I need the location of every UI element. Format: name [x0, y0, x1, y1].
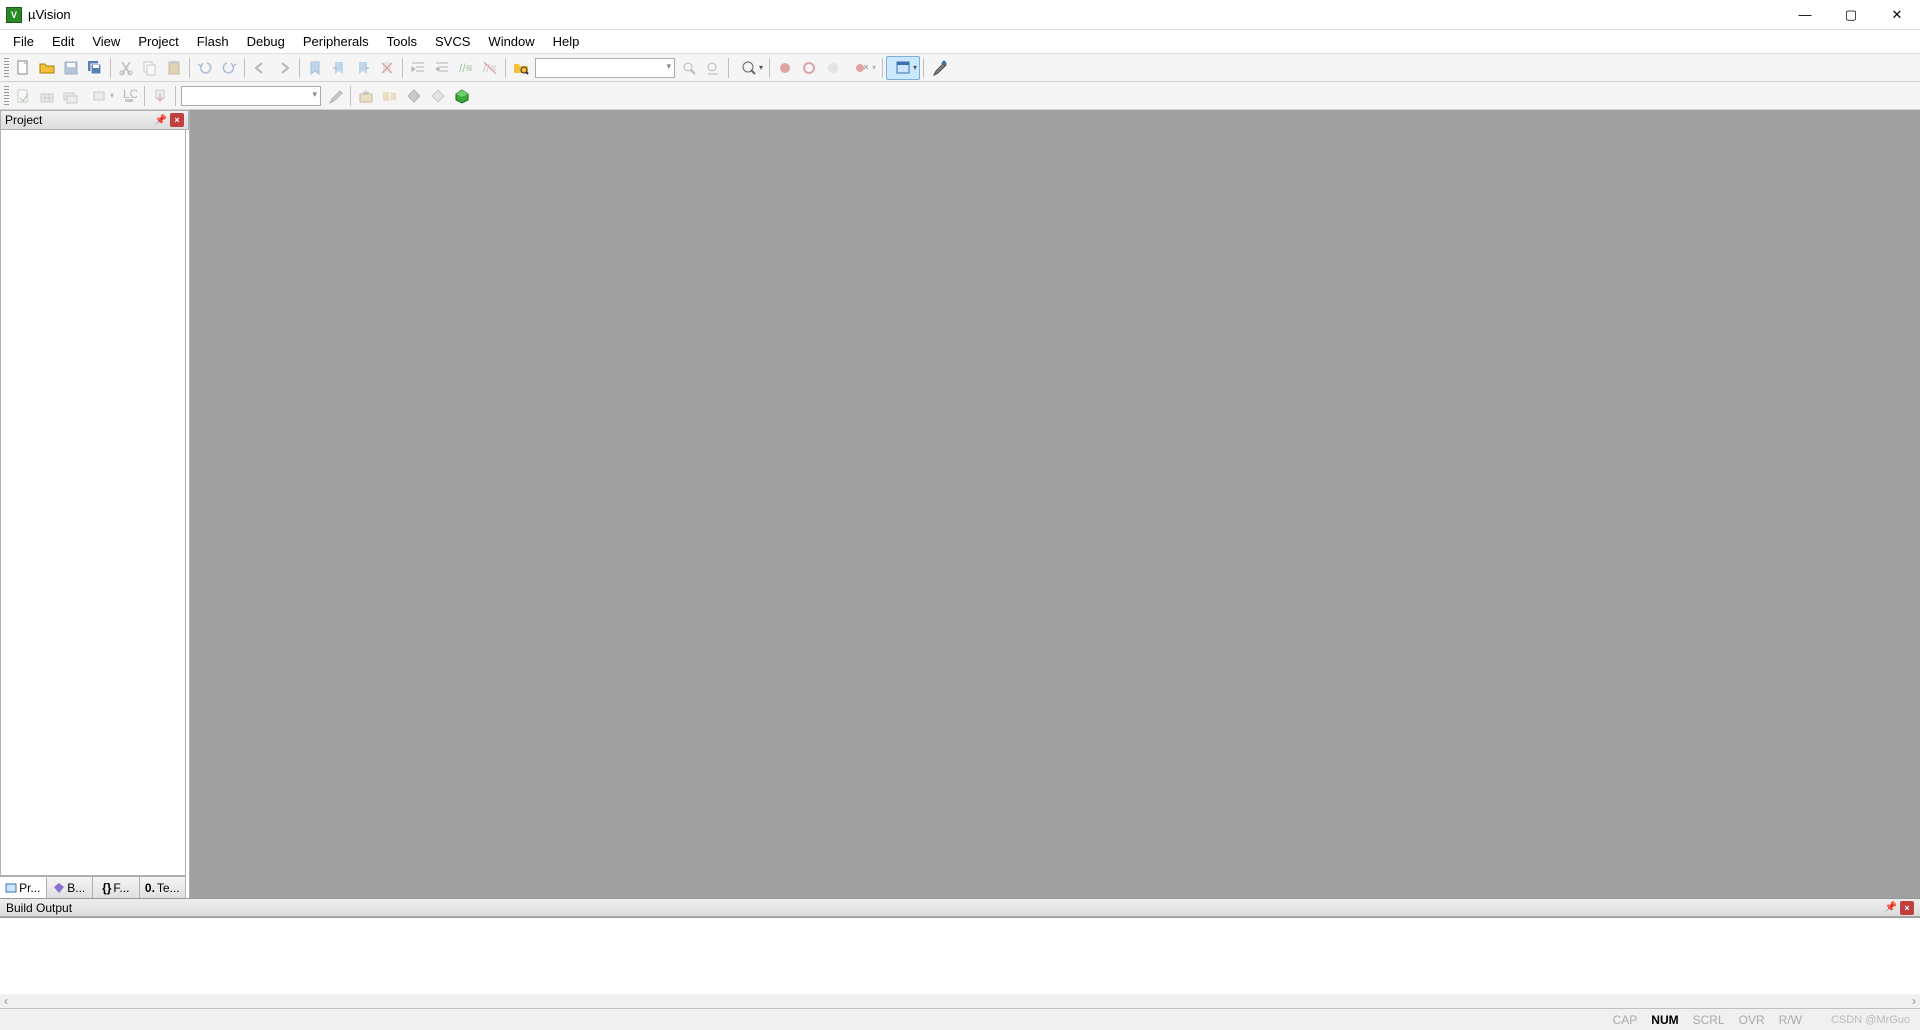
manage-project-button[interactable] — [402, 84, 426, 108]
new-file-button[interactable] — [11, 56, 35, 80]
watermark: CSDN @MrGuo — [1831, 1014, 1910, 1026]
open-file-button[interactable] — [35, 56, 59, 80]
breakpoint-insert-button[interactable] — [773, 56, 797, 80]
nav-back-button[interactable] — [248, 56, 272, 80]
build-button[interactable] — [35, 84, 59, 108]
menu-project[interactable]: Project — [129, 31, 187, 52]
nav-forward-button[interactable] — [272, 56, 296, 80]
status-cap: CAP — [1608, 1013, 1643, 1027]
project-tree[interactable] — [0, 130, 186, 876]
tab-functions[interactable]: {}F... — [93, 877, 140, 898]
menu-window[interactable]: Window — [479, 31, 543, 52]
svg-text://≡: //≡ — [483, 61, 497, 75]
breakpoint-disable-button[interactable] — [821, 56, 845, 80]
bookmark-clear-button[interactable] — [375, 56, 399, 80]
status-rw: R/W — [1774, 1013, 1807, 1027]
status-ovr: OVR — [1734, 1013, 1770, 1027]
rebuild-button[interactable] — [59, 84, 83, 108]
multi-project-button[interactable] — [378, 84, 402, 108]
status-bar: CAP NUM SCRL OVR R/W CSDN @MrGuo — [0, 1008, 1920, 1030]
unindent-button[interactable] — [430, 56, 454, 80]
build-output-header[interactable]: Build Output 📌 × — [0, 899, 1920, 917]
uncomment-button[interactable]: //≡ — [478, 56, 502, 80]
maximize-button[interactable]: ▢ — [1828, 0, 1874, 30]
save-all-button[interactable] — [83, 56, 107, 80]
svg-text:LOAD: LOAD — [123, 88, 137, 101]
copy-button[interactable] — [138, 56, 162, 80]
app-title: µVision — [28, 7, 1782, 22]
find-next-button[interactable] — [677, 56, 701, 80]
pin-icon[interactable]: 📌 — [154, 113, 168, 127]
tab-project[interactable]: Pr... — [0, 877, 47, 898]
menu-flash[interactable]: Flash — [188, 31, 238, 52]
breakpoint-enable-button[interactable] — [797, 56, 821, 80]
comment-button[interactable]: //≡ — [454, 56, 478, 80]
mdi-workspace — [190, 110, 1920, 898]
indent-button[interactable] — [406, 56, 430, 80]
main-area: Project 📌 × Pr... B... {}F... 0.Te... — [0, 110, 1920, 898]
toolbar-handle[interactable] — [4, 58, 9, 78]
target-combo[interactable] — [181, 86, 321, 106]
tab-templates[interactable]: 0.Te... — [140, 877, 187, 898]
debug-start-button[interactable] — [732, 56, 766, 80]
project-tabs: Pr... B... {}F... 0.Te... — [0, 876, 186, 898]
status-scrl: SCRL — [1688, 1013, 1730, 1027]
batch-build-button[interactable] — [83, 84, 117, 108]
project-panel-header[interactable]: Project 📌 × — [0, 110, 189, 130]
redo-button[interactable] — [217, 56, 241, 80]
incremental-find-button[interactable] — [701, 56, 725, 80]
menu-tools[interactable]: Tools — [378, 31, 426, 52]
bookmark-toggle-button[interactable] — [303, 56, 327, 80]
cut-button[interactable] — [114, 56, 138, 80]
project-panel-title: Project — [5, 113, 42, 127]
close-panel-icon[interactable]: × — [170, 113, 184, 127]
menu-peripherals[interactable]: Peripherals — [294, 31, 378, 52]
undo-button[interactable] — [193, 56, 217, 80]
pin-icon[interactable]: 📌 — [1884, 901, 1898, 915]
menu-edit[interactable]: Edit — [43, 31, 83, 52]
stop-build-button[interactable]: LOAD — [117, 84, 141, 108]
window-layout-button[interactable] — [886, 56, 920, 80]
title-bar: V µVision — ▢ ✕ — [0, 0, 1920, 30]
paste-button[interactable] — [162, 56, 186, 80]
file-options-button[interactable] — [354, 84, 378, 108]
build-output-panel: Build Output 📌 × ‹› — [0, 898, 1920, 1008]
close-button[interactable]: ✕ — [1874, 0, 1920, 30]
close-panel-icon[interactable]: × — [1900, 901, 1914, 915]
find-combo[interactable] — [535, 58, 675, 78]
download-button[interactable] — [148, 84, 172, 108]
select-packs-button[interactable] — [426, 84, 450, 108]
svg-text://≡: //≡ — [459, 61, 473, 75]
status-num: NUM — [1646, 1013, 1683, 1027]
breakpoint-kill-button[interactable] — [845, 56, 879, 80]
build-output-text[interactable] — [0, 917, 1920, 994]
project-panel: Project 📌 × Pr... B... {}F... 0.Te... — [0, 110, 190, 898]
menu-help[interactable]: Help — [544, 31, 589, 52]
toolbar-handle[interactable] — [4, 86, 9, 106]
menu-svcs[interactable]: SVCS — [426, 31, 479, 52]
build-output-scrollbar[interactable]: ‹› — [0, 994, 1920, 1008]
tab-books[interactable]: B... — [47, 877, 94, 898]
toolbar-build: LOAD — [0, 82, 1920, 110]
menu-debug[interactable]: Debug — [238, 31, 294, 52]
build-output-title: Build Output — [6, 901, 72, 915]
bookmark-next-button[interactable] — [351, 56, 375, 80]
configure-button[interactable] — [927, 56, 951, 80]
save-button[interactable] — [59, 56, 83, 80]
menu-bar: File Edit View Project Flash Debug Perip… — [0, 30, 1920, 54]
pack-installer-button[interactable] — [450, 84, 474, 108]
translate-button[interactable] — [11, 84, 35, 108]
target-options-button[interactable] — [323, 84, 347, 108]
minimize-button[interactable]: — — [1782, 0, 1828, 30]
toolbar-file: //≡ //≡ — [0, 54, 1920, 82]
menu-view[interactable]: View — [83, 31, 129, 52]
app-icon: V — [6, 7, 22, 23]
find-in-files-button[interactable] — [509, 56, 533, 80]
menu-file[interactable]: File — [4, 31, 43, 52]
bookmark-prev-button[interactable] — [327, 56, 351, 80]
